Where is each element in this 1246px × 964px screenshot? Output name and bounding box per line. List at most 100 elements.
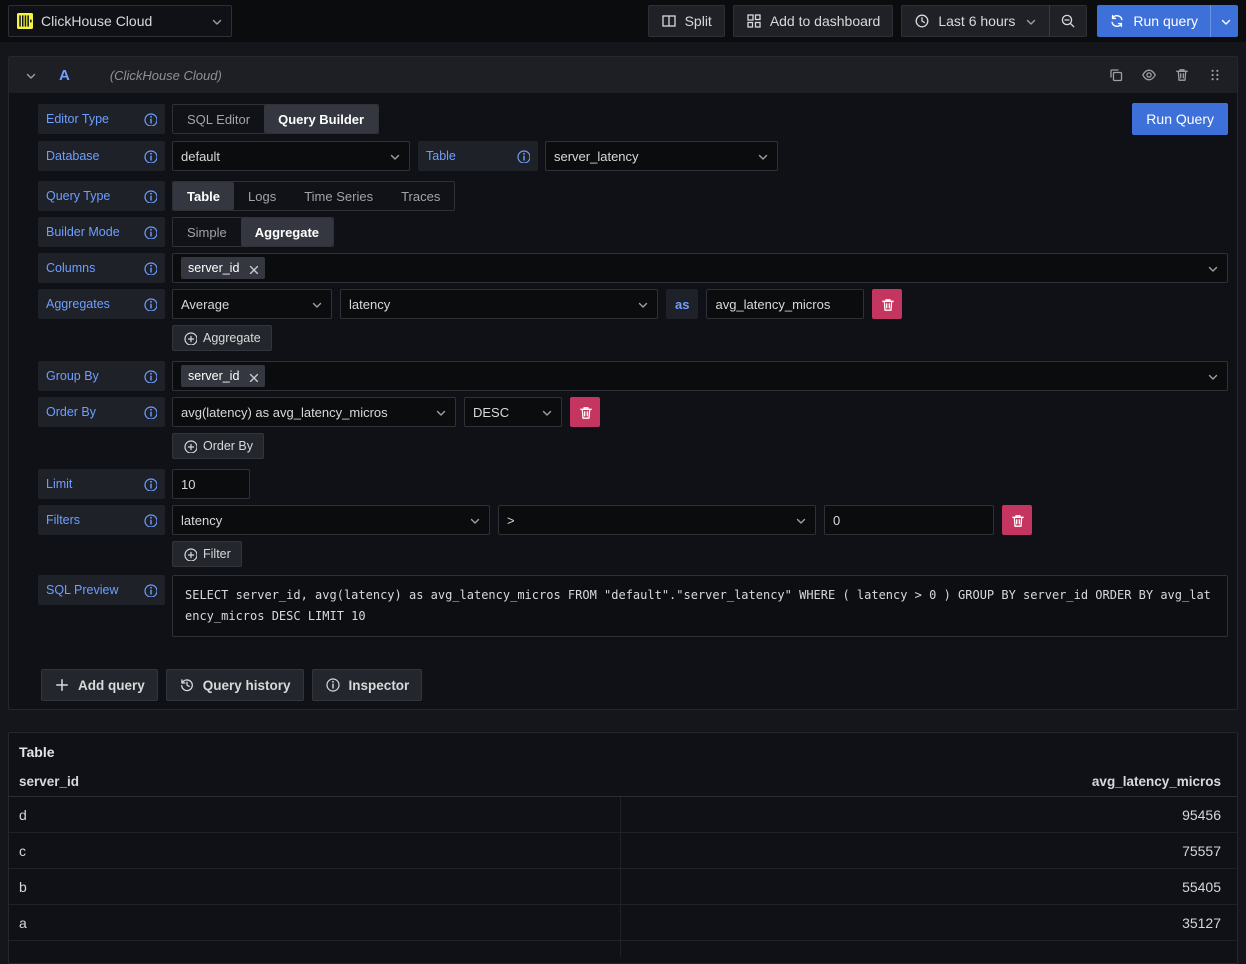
trash-icon	[880, 297, 894, 311]
remove-aggregate-button[interactable]	[872, 289, 902, 319]
group-by-chip: server_id	[181, 365, 265, 387]
query-history-button[interactable]: Query history	[166, 669, 304, 701]
table-label: Table	[418, 141, 538, 171]
remove-query-icon[interactable]	[1174, 67, 1190, 83]
drag-handle-icon[interactable]	[1207, 67, 1223, 83]
filter-operator-select[interactable]: >	[498, 505, 816, 535]
query-type-group: Table Logs Time Series Traces	[172, 181, 455, 211]
chevron-down-icon	[433, 405, 447, 419]
info-icon[interactable]	[143, 477, 157, 491]
time-range-button[interactable]: Last 6 hours	[901, 5, 1049, 37]
info-icon[interactable]	[143, 261, 157, 275]
remove-chip-icon[interactable]	[246, 262, 258, 274]
plus-circle-icon	[183, 331, 197, 345]
chevron-down-icon	[387, 149, 401, 163]
cell-avg-latency: 55405	[621, 879, 1237, 895]
add-to-dashboard-label: Add to dashboard	[770, 13, 881, 29]
sync-icon	[1109, 13, 1125, 29]
cell-server-id: a	[9, 905, 621, 940]
inspector-button[interactable]: Inspector	[312, 669, 423, 701]
limit-input[interactable]	[172, 469, 250, 499]
filters-label: Filters	[38, 505, 165, 535]
info-icon[interactable]	[143, 297, 157, 311]
run-query-interval-button[interactable]	[1210, 5, 1238, 37]
builder-mode-aggregate[interactable]: Aggregate	[241, 218, 333, 246]
query-editor-panel: A (ClickHouse Cloud) Editor Type SQL Edi…	[8, 56, 1238, 710]
query-type-timeseries[interactable]: Time Series	[290, 182, 387, 210]
query-type-table[interactable]: Table	[173, 182, 234, 210]
query-ref-id[interactable]: A	[59, 67, 70, 84]
limit-label: Limit	[38, 469, 165, 499]
chevron-down-icon	[209, 14, 223, 28]
aggregate-function-select[interactable]: Average	[172, 289, 332, 319]
remove-filter-button[interactable]	[1002, 505, 1032, 535]
cell-server-id: d	[9, 797, 621, 832]
chevron-down-icon	[1205, 261, 1219, 275]
add-filter-button[interactable]: Filter	[172, 541, 242, 567]
builder-mode-simple[interactable]: Simple	[173, 218, 241, 246]
run-query-button[interactable]: Run query	[1097, 5, 1210, 37]
query-type-traces[interactable]: Traces	[387, 182, 454, 210]
datasource-name: ClickHouse Cloud	[41, 13, 201, 29]
trash-icon	[578, 405, 592, 419]
aggregate-as-label: as	[666, 289, 698, 319]
info-icon[interactable]	[143, 149, 157, 163]
remove-order-by-button[interactable]	[570, 397, 600, 427]
add-query-button[interactable]: Add query	[41, 669, 158, 701]
table-row[interactable]: c 75557	[9, 833, 1237, 869]
info-icon[interactable]	[143, 405, 157, 419]
columns-multiselect[interactable]: server_id	[172, 253, 1228, 283]
editor-type-builder[interactable]: Query Builder	[264, 105, 378, 133]
run-query-editor-button[interactable]: Run Query	[1132, 103, 1228, 135]
group-by-multiselect[interactable]: server_id	[172, 361, 1228, 391]
table-row[interactable]: b 55405	[9, 869, 1237, 905]
plus-icon	[54, 677, 70, 693]
sql-preview-label: SQL Preview	[38, 575, 165, 605]
run-query-label: Run query	[1133, 13, 1198, 29]
add-order-by-button[interactable]: Order By	[172, 433, 264, 459]
table-select[interactable]: server_latency	[545, 141, 778, 171]
aggregates-label: Aggregates	[38, 289, 165, 319]
datasource-hint: (ClickHouse Cloud)	[110, 68, 1094, 83]
builder-mode-group: Simple Aggregate	[172, 217, 334, 247]
query-type-logs[interactable]: Logs	[234, 182, 290, 210]
chevron-down-icon	[755, 149, 769, 163]
info-icon[interactable]	[143, 189, 157, 203]
info-icon[interactable]	[143, 112, 157, 126]
aggregate-alias-input[interactable]	[706, 289, 864, 319]
add-aggregate-button[interactable]: Aggregate	[172, 325, 272, 351]
filter-column-select[interactable]: latency	[172, 505, 490, 535]
columns-label: Columns	[38, 253, 165, 283]
duplicate-query-icon[interactable]	[1108, 67, 1124, 83]
split-button[interactable]: Split	[648, 5, 725, 37]
aggregate-column-select[interactable]: latency	[340, 289, 658, 319]
table-panel-title: Table	[9, 733, 1237, 767]
zoom-out-icon	[1060, 13, 1076, 29]
info-icon[interactable]	[143, 369, 157, 383]
order-by-field-select[interactable]: avg(latency) as avg_latency_micros	[172, 397, 456, 427]
table-result-panel: Table server_id avg_latency_micros d 954…	[8, 732, 1238, 964]
column-header-avg-latency[interactable]: avg_latency_micros	[621, 774, 1237, 789]
table-row[interactable]: a 35127	[9, 905, 1237, 941]
info-icon[interactable]	[143, 513, 157, 527]
disable-query-icon[interactable]	[1141, 67, 1157, 83]
table-header-row: server_id avg_latency_micros	[9, 767, 1237, 797]
editor-type-sql[interactable]: SQL Editor	[173, 105, 264, 133]
database-label: Database	[38, 141, 165, 171]
column-header-server-id[interactable]: server_id	[9, 774, 621, 789]
zoom-out-button[interactable]	[1049, 5, 1087, 37]
info-icon[interactable]	[143, 225, 157, 239]
info-icon[interactable]	[143, 583, 157, 597]
info-icon[interactable]	[516, 149, 530, 163]
remove-chip-icon[interactable]	[246, 370, 258, 382]
database-select[interactable]: default	[172, 141, 410, 171]
datasource-picker[interactable]: ClickHouse Cloud	[8, 5, 232, 37]
table-row[interactable]: d 95456	[9, 797, 1237, 833]
add-to-dashboard-button[interactable]: Add to dashboard	[733, 5, 894, 37]
query-header: A (ClickHouse Cloud)	[9, 57, 1237, 93]
filter-value-input[interactable]	[824, 505, 994, 535]
collapse-chevron-icon[interactable]	[23, 68, 37, 82]
sql-preview-text: SELECT server_id, avg(latency) as avg_la…	[172, 575, 1228, 637]
time-range-label: Last 6 hours	[938, 13, 1015, 29]
order-by-direction-select[interactable]: DESC	[464, 397, 562, 427]
